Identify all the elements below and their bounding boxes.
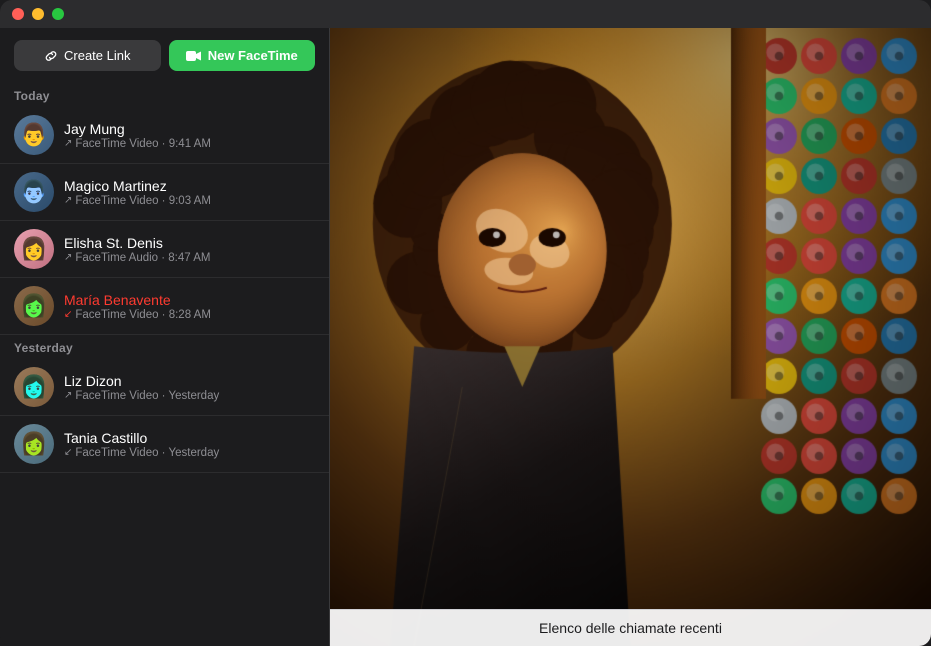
call-item[interactable]: Jay Mung↗FaceTime Video · 9:41 AM bbox=[0, 107, 329, 164]
avatar bbox=[14, 172, 54, 212]
sidebar-header: Create Link New FaceTime bbox=[0, 28, 329, 83]
title-bar bbox=[0, 0, 931, 28]
section-label: Today bbox=[0, 83, 329, 107]
call-name: Magico Martinez bbox=[64, 178, 315, 194]
call-info: Magico Martinez↗FaceTime Video · 9:03 AM bbox=[64, 178, 315, 207]
photo-canvas bbox=[330, 28, 931, 646]
create-link-label: Create Link bbox=[64, 48, 130, 63]
call-list: TodayJay Mung↗FaceTime Video · 9:41 AMMa… bbox=[0, 83, 329, 646]
call-meta: ↙FaceTime Video · Yesterday bbox=[64, 447, 315, 459]
call-name: Jay Mung bbox=[64, 121, 315, 137]
incoming-arrow-icon: ↙ bbox=[64, 447, 72, 458]
call-name: María Benavente bbox=[64, 292, 315, 308]
close-button[interactable] bbox=[12, 8, 24, 20]
avatar bbox=[14, 424, 54, 464]
call-meta-text: FaceTime Video · Yesterday bbox=[75, 447, 219, 459]
outgoing-arrow-icon: ↗ bbox=[64, 252, 72, 263]
call-info: Elisha St. Denis↗FaceTime Audio · 8:47 A… bbox=[64, 235, 315, 264]
call-item[interactable]: Tania Castillo↙FaceTime Video · Yesterda… bbox=[0, 416, 329, 473]
minimize-button[interactable] bbox=[32, 8, 44, 20]
missed-call-arrow-icon: ↙ bbox=[64, 309, 72, 320]
call-meta-text: FaceTime Video · 9:03 AM bbox=[75, 195, 211, 207]
call-meta-text: FaceTime Audio · 8:47 AM bbox=[75, 252, 210, 264]
call-meta-text: FaceTime Video · Yesterday bbox=[75, 390, 219, 402]
new-facetime-label: New FaceTime bbox=[208, 48, 298, 63]
call-info: Liz Dizon↗FaceTime Video · Yesterday bbox=[64, 373, 315, 402]
call-meta: ↗FaceTime Video · 9:41 AM bbox=[64, 138, 315, 150]
avatar bbox=[14, 115, 54, 155]
call-item[interactable]: Liz Dizon↗FaceTime Video · Yesterday bbox=[0, 359, 329, 416]
call-meta: ↗FaceTime Video · Yesterday bbox=[64, 390, 315, 402]
call-item[interactable]: María Benavente↙FaceTime Video · 8:28 AM bbox=[0, 278, 329, 335]
call-info: María Benavente↙FaceTime Video · 8:28 AM bbox=[64, 292, 315, 321]
create-link-button[interactable]: Create Link bbox=[14, 40, 161, 71]
call-meta: ↙FaceTime Video · 8:28 AM bbox=[64, 309, 315, 321]
maximize-button[interactable] bbox=[52, 8, 64, 20]
avatar bbox=[14, 229, 54, 269]
call-meta: ↗FaceTime Video · 9:03 AM bbox=[64, 195, 315, 207]
outgoing-arrow-icon: ↗ bbox=[64, 138, 72, 149]
call-item[interactable]: Elisha St. Denis↗FaceTime Audio · 8:47 A… bbox=[0, 221, 329, 278]
photo-panel bbox=[330, 28, 931, 646]
app-window: Create Link New FaceTime TodayJay Mung↗F… bbox=[0, 0, 931, 646]
caption-bar: Elenco delle chiamate recenti bbox=[330, 609, 931, 646]
avatar bbox=[14, 286, 54, 326]
call-meta: ↗FaceTime Audio · 8:47 AM bbox=[64, 252, 315, 264]
link-icon bbox=[44, 49, 58, 63]
outgoing-arrow-icon: ↗ bbox=[64, 390, 72, 401]
call-info: Jay Mung↗FaceTime Video · 9:41 AM bbox=[64, 121, 315, 150]
avatar bbox=[14, 367, 54, 407]
call-meta-text: FaceTime Video · 9:41 AM bbox=[75, 138, 211, 150]
call-item[interactable]: Magico Martinez↗FaceTime Video · 9:03 AM bbox=[0, 164, 329, 221]
call-name: Elisha St. Denis bbox=[64, 235, 315, 251]
call-name: Liz Dizon bbox=[64, 373, 315, 389]
section-label: Yesterday bbox=[0, 335, 329, 359]
call-name: Tania Castillo bbox=[64, 430, 315, 446]
outgoing-arrow-icon: ↗ bbox=[64, 195, 72, 206]
main-content: Create Link New FaceTime TodayJay Mung↗F… bbox=[0, 28, 931, 646]
sidebar: Create Link New FaceTime TodayJay Mung↗F… bbox=[0, 28, 330, 646]
new-facetime-button[interactable]: New FaceTime bbox=[169, 40, 316, 71]
call-info: Tania Castillo↙FaceTime Video · Yesterda… bbox=[64, 430, 315, 459]
caption-text: Elenco delle chiamate recenti bbox=[539, 620, 722, 636]
video-icon bbox=[186, 50, 202, 62]
call-meta-text: FaceTime Video · 8:28 AM bbox=[75, 309, 211, 321]
